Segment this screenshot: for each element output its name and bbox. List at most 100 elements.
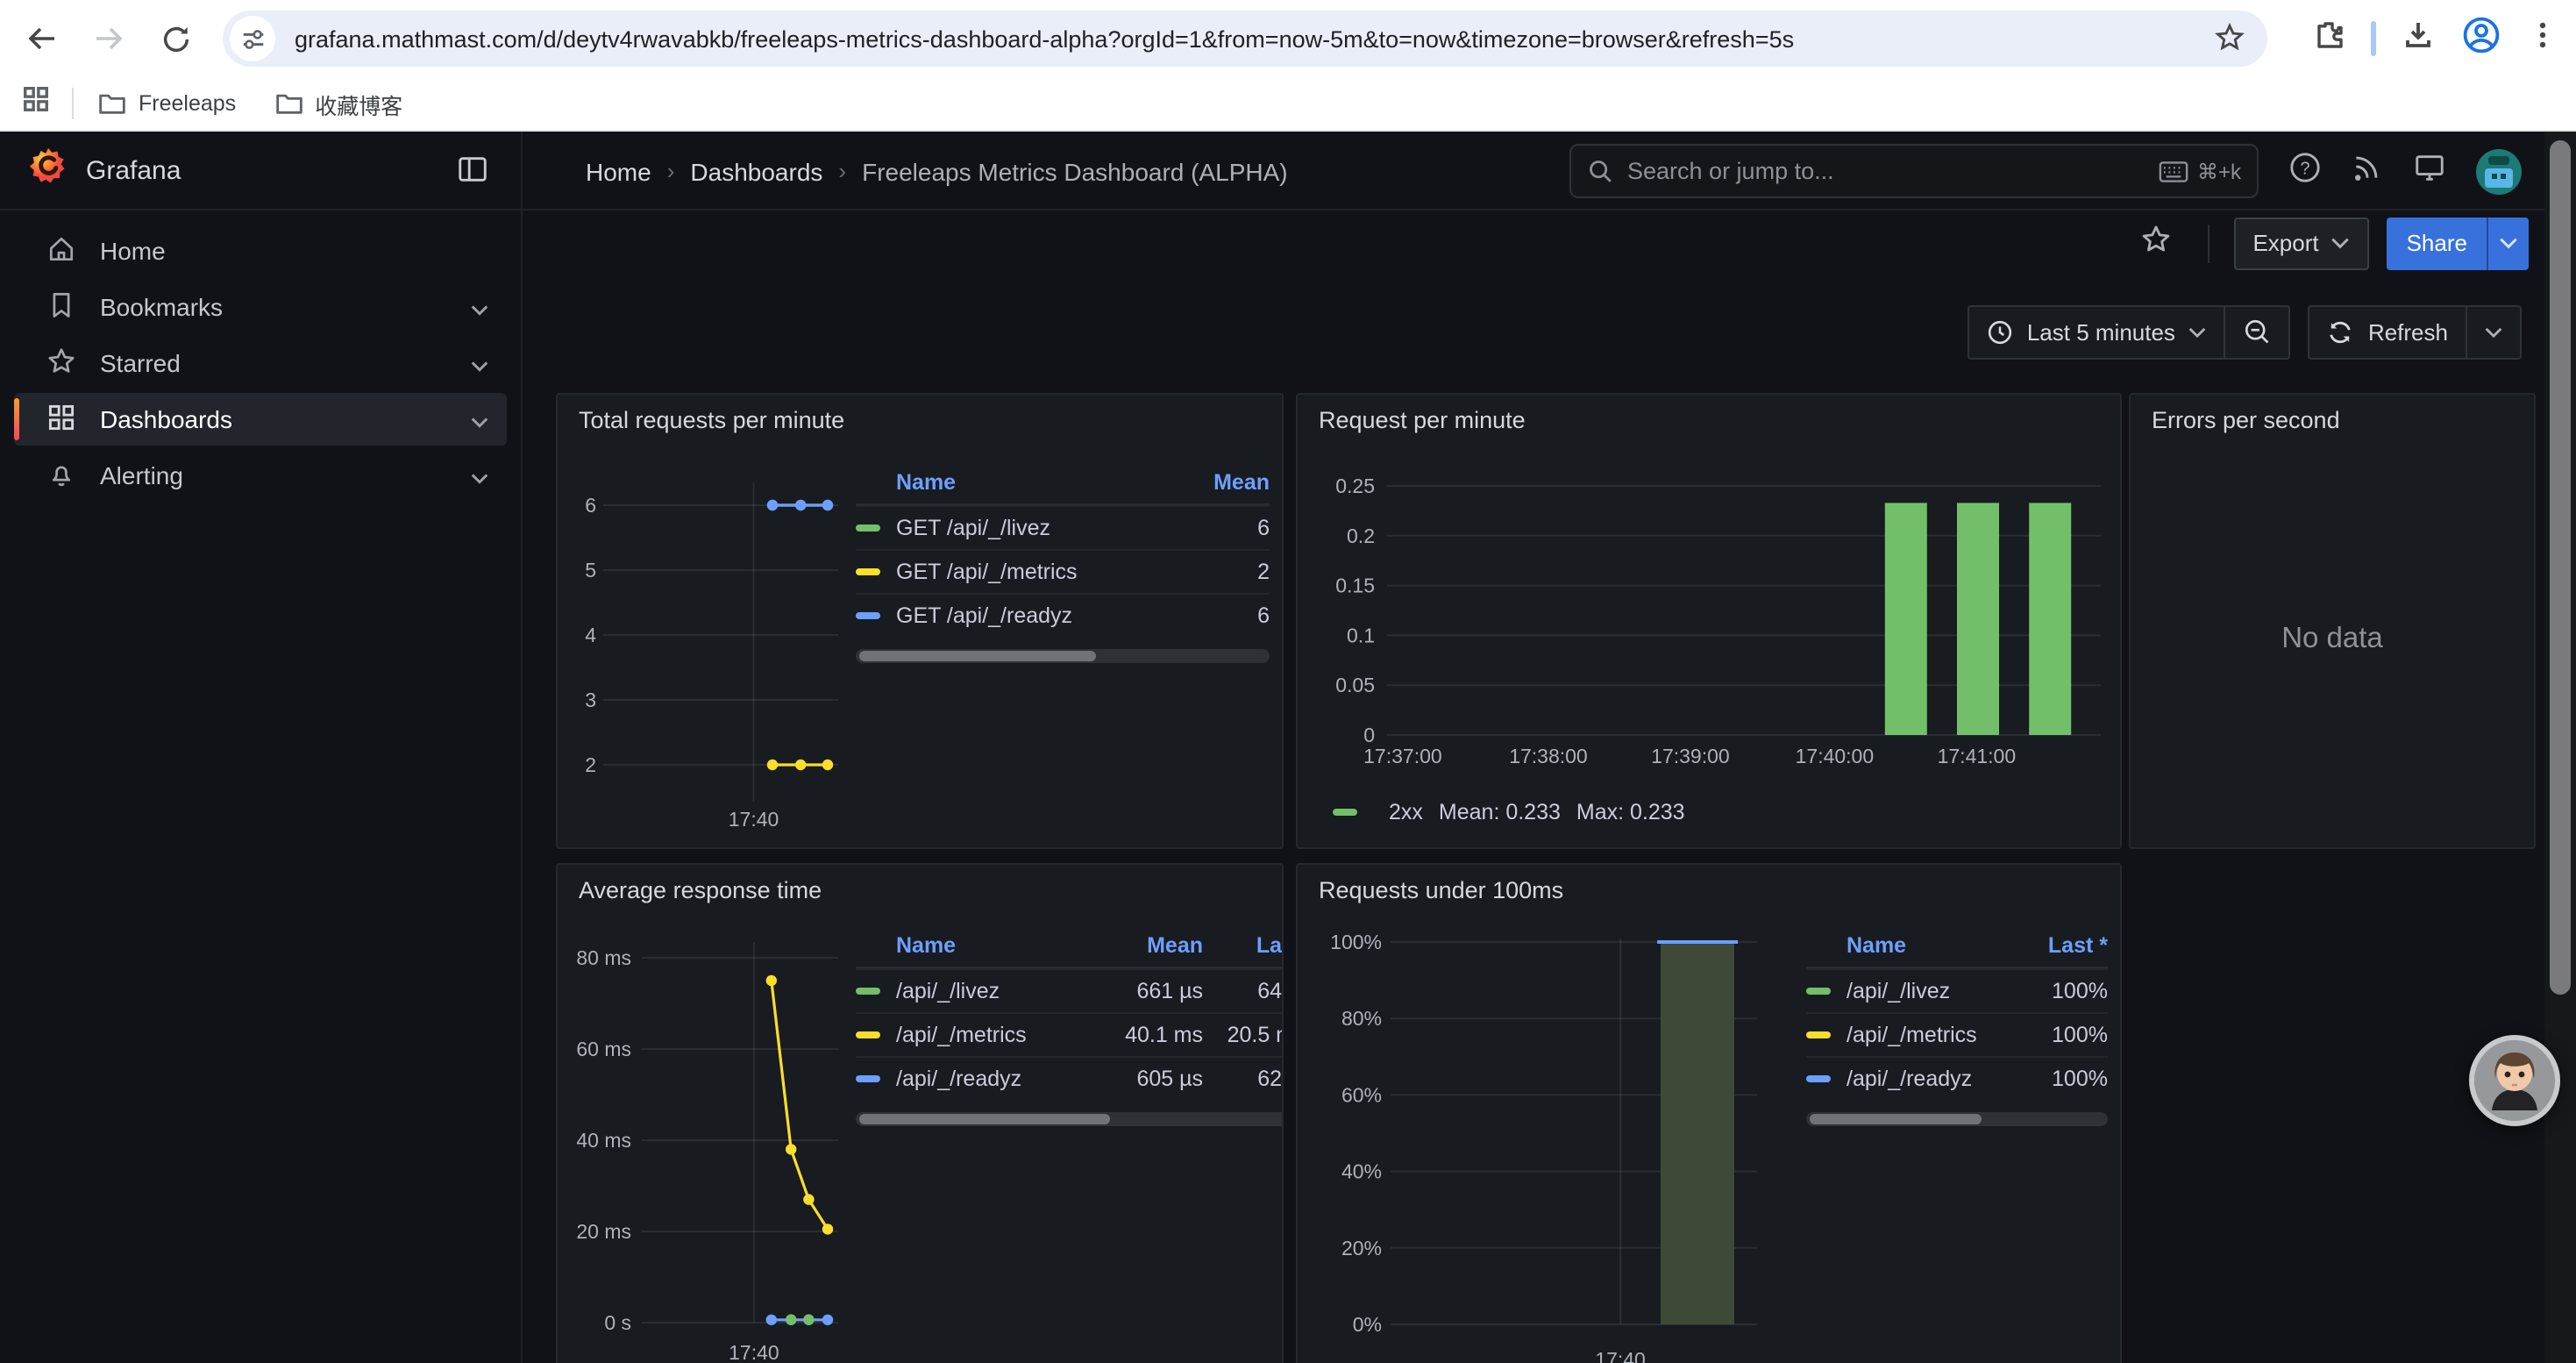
browser-toolbar: grafana.mathmast.com/d/deytv4rwavabkb/fr… bbox=[0, 0, 2576, 77]
legend-scrollbar-thumb[interactable] bbox=[859, 1114, 1109, 1124]
series-name[interactable]: /api/_/metrics bbox=[896, 1023, 1080, 1047]
panel-title[interactable]: Average response time bbox=[558, 865, 1282, 916]
svg-text:60%: 60% bbox=[1341, 1083, 1382, 1106]
share-button-group: Share bbox=[2387, 217, 2529, 269]
bookmark-folder-freeleaps[interactable]: Freeleaps bbox=[98, 91, 236, 116]
expand-chevron[interactable] bbox=[470, 295, 489, 323]
legend-table-header: NameLast * bbox=[1806, 924, 2108, 968]
series-name[interactable]: /api/_/livez bbox=[896, 979, 1080, 1003]
browser-menu-icon[interactable] bbox=[2527, 18, 2558, 59]
forward-icon[interactable] bbox=[88, 18, 130, 60]
series-name[interactable]: GET /api/_/livez bbox=[896, 516, 1147, 540]
url-text[interactable]: grafana.mathmast.com/d/deytv4rwavabkb/fr… bbox=[295, 25, 2267, 52]
bookmark-folder-blogs[interactable]: 收藏博客 bbox=[274, 87, 402, 120]
grafana-logo[interactable] bbox=[28, 146, 68, 195]
sidebar-item-starred[interactable]: Starred bbox=[14, 337, 507, 389]
legend-table-row: /api/_/readyz100% bbox=[1806, 1056, 2108, 1100]
monitor-icon[interactable] bbox=[2413, 150, 2446, 192]
panel-requests-under-100ms: Requests under 100ms 100%80%60%40%20%0%1… bbox=[1296, 863, 2122, 1363]
expand-chevron[interactable] bbox=[470, 463, 489, 491]
share-menu-chevron[interactable] bbox=[2487, 217, 2529, 269]
extensions-icon[interactable] bbox=[2311, 17, 2346, 61]
legend-table-row: /api/_/livez100% bbox=[1806, 968, 2108, 1012]
series-value: 6 bbox=[1147, 516, 1270, 540]
legend-scrollbar-thumb[interactable] bbox=[859, 651, 1095, 661]
series-name[interactable]: GET /api/_/readyz bbox=[896, 603, 1147, 628]
chevron-down-icon bbox=[470, 303, 489, 318]
legend-scrollbar-thumb[interactable] bbox=[1810, 1114, 1982, 1124]
bookmark-star-icon[interactable] bbox=[2213, 21, 2246, 63]
svg-text:0.15: 0.15 bbox=[1335, 574, 1375, 597]
sidebar: Grafana Home BookmarksStarredDashboardsAl… bbox=[0, 132, 523, 1363]
sidebar-item-label: Home bbox=[100, 237, 166, 265]
series-value: 100% bbox=[1985, 1067, 2108, 1091]
breadcrumb-home[interactable]: Home bbox=[586, 157, 651, 185]
legend-scrollbar[interactable] bbox=[856, 649, 1270, 663]
panel-title[interactable]: Total requests per minute bbox=[558, 395, 1282, 446]
user-avatar[interactable] bbox=[2476, 148, 2522, 194]
sidebar-toggle-icon[interactable] bbox=[456, 153, 489, 195]
back-icon[interactable] bbox=[21, 18, 63, 60]
zoom-out-button[interactable] bbox=[2224, 306, 2289, 357]
sidebar-item-dashboards[interactable]: Dashboards bbox=[14, 393, 507, 446]
favorite-star-icon[interactable] bbox=[2138, 222, 2172, 264]
chevron-down-icon bbox=[2485, 325, 2502, 338]
panel-title[interactable]: Errors per second bbox=[2131, 395, 2534, 446]
grafana-app: Grafana HomeBookmarksStarredDashboardsAl… bbox=[0, 132, 2576, 1363]
legend-table-row: /api/_/readyz605 µs620 bbox=[856, 1056, 1284, 1100]
url-bar[interactable]: grafana.mathmast.com/d/deytv4rwavabkb/fr… bbox=[223, 11, 2267, 67]
legend-scrollbar[interactable] bbox=[1806, 1112, 2108, 1126]
home-icon bbox=[46, 232, 77, 269]
reload-icon[interactable] bbox=[154, 18, 196, 60]
floating-assistant-avatar[interactable] bbox=[2469, 1035, 2560, 1126]
svg-text:100%: 100% bbox=[1330, 931, 1382, 953]
legend-table: NameLast */api/_/livez100%/api/_/metrics… bbox=[1806, 924, 2108, 1126]
legend-table-row: GET /api/_/readyz6 bbox=[856, 593, 1270, 637]
panel-title[interactable]: Request per minute bbox=[1298, 395, 2120, 446]
svg-text:60 ms: 60 ms bbox=[576, 1038, 631, 1060]
sidebar-item-bookmarks[interactable]: Bookmarks bbox=[14, 281, 507, 333]
expand-chevron[interactable] bbox=[470, 407, 489, 435]
refresh-button[interactable]: Refresh bbox=[2310, 306, 2466, 357]
series-name[interactable]: /api/_/readyz bbox=[896, 1067, 1080, 1091]
svg-text:80 ms: 80 ms bbox=[576, 946, 631, 969]
chevron-down-icon bbox=[470, 416, 489, 430]
chevron-down-icon bbox=[2499, 237, 2518, 249]
apps-grid-icon[interactable] bbox=[21, 84, 51, 123]
news-icon[interactable] bbox=[2352, 151, 2383, 191]
help-icon[interactable]: ? bbox=[2288, 150, 2322, 192]
time-range-picker[interactable]: Last 5 minutes bbox=[1969, 306, 2224, 357]
panel-total-requests: Total requests per minute 6543217:40 Nam… bbox=[556, 393, 1284, 849]
panel-title[interactable]: Requests under 100ms bbox=[1298, 865, 2120, 916]
requests-under-100ms-chart: 100%80%60%40%20%0%17:40 bbox=[1312, 928, 1811, 1363]
brand-name[interactable]: Grafana bbox=[86, 155, 181, 185]
series-name[interactable]: /api/_/livez bbox=[1847, 979, 1985, 1003]
series-name[interactable]: /api/_/readyz bbox=[1847, 1067, 1985, 1091]
page-scrollbar-thumb[interactable] bbox=[2550, 140, 2571, 995]
export-button[interactable]: Export bbox=[2233, 217, 2369, 269]
panel-average-response-time: Average response time 80 ms60 ms40 ms20 … bbox=[556, 863, 1284, 1363]
expand-chevron[interactable] bbox=[470, 351, 489, 379]
downloads-icon[interactable] bbox=[2401, 17, 2436, 61]
profile-icon[interactable] bbox=[2460, 13, 2502, 64]
time-range-group: Last 5 minutes bbox=[1968, 304, 2291, 359]
series-value: 2 bbox=[1147, 560, 1270, 584]
sidebar-item-home[interactable]: Home bbox=[14, 225, 507, 277]
series-swatch bbox=[856, 525, 880, 532]
series-name[interactable]: 2xx bbox=[1389, 800, 1423, 824]
series-name[interactable]: GET /api/_/metrics bbox=[896, 560, 1147, 584]
legend-scrollbar[interactable] bbox=[856, 1112, 1284, 1126]
series-name[interactable]: /api/_/metrics bbox=[1847, 1023, 1985, 1047]
svg-text:0%: 0% bbox=[1353, 1313, 1382, 1336]
refresh-interval-chevron[interactable] bbox=[2466, 306, 2520, 357]
site-settings-icon[interactable] bbox=[230, 16, 275, 61]
main-area: Home › Dashboards › Freeleaps Metrics Da… bbox=[523, 132, 2544, 1363]
sidebar-item-alerting[interactable]: Alerting bbox=[14, 449, 507, 502]
apps-icon bbox=[46, 401, 77, 438]
search-input[interactable]: Search or jump to... ⌘+k bbox=[1569, 144, 2259, 198]
page-scrollbar[interactable] bbox=[2544, 132, 2576, 1363]
sidebar-nav: Home BookmarksStarredDashboardsAlerting bbox=[0, 211, 521, 502]
folder-icon bbox=[274, 91, 302, 116]
breadcrumb-dashboards[interactable]: Dashboards bbox=[690, 157, 822, 185]
share-button[interactable]: Share bbox=[2387, 217, 2487, 269]
